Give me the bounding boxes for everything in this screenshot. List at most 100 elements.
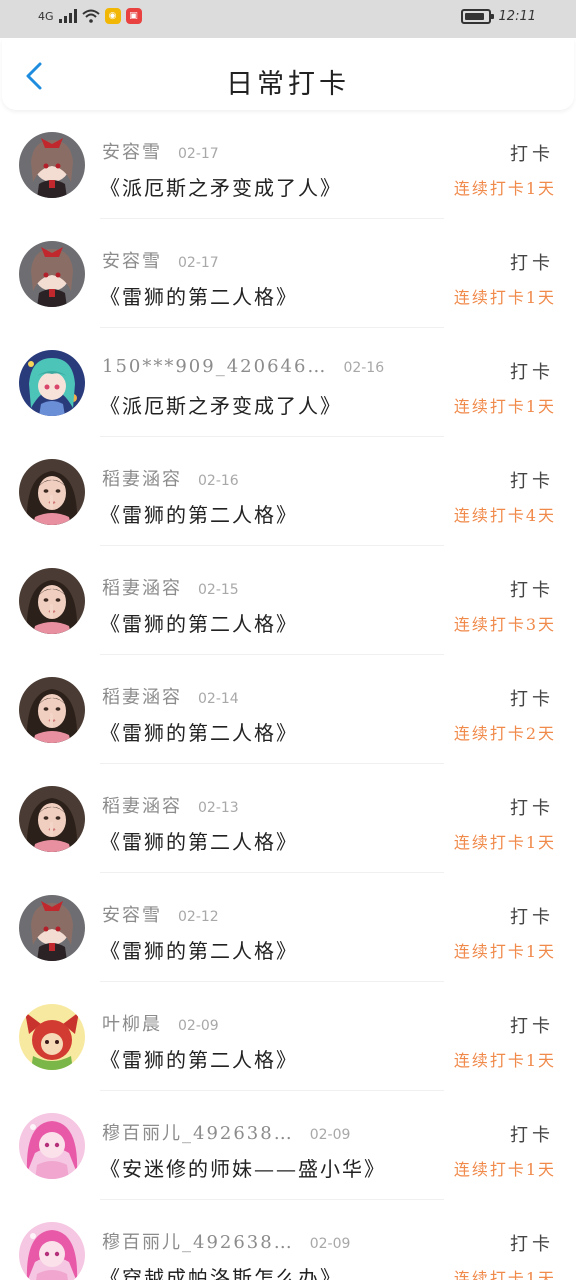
row-meta: 稻妻涵容 02-14 xyxy=(102,683,239,709)
row-meta: 穆百丽儿_492638… 02-09 xyxy=(102,1228,350,1254)
checkin-button[interactable]: 打卡 xyxy=(510,140,554,166)
avatar[interactable] xyxy=(19,677,85,743)
checkin-button[interactable]: 打卡 xyxy=(510,576,554,602)
checkin-date: 02-14 xyxy=(198,691,239,707)
checkin-list: 安容雪 02-17 《派厄斯之矛变成了人》 打卡 连续打卡1天 安容雪 02-1… xyxy=(0,110,576,1280)
checkin-button[interactable]: 打卡 xyxy=(510,685,554,711)
page-header: 日常打卡 xyxy=(2,40,574,110)
avatar[interactable] xyxy=(19,1222,85,1280)
checkin-date: 02-09 xyxy=(309,1127,351,1143)
checkin-date: 02-15 xyxy=(198,582,239,598)
book-title[interactable]: 《雷狮的第二人格》 xyxy=(100,1044,298,1073)
checkin-button[interactable]: 打卡 xyxy=(510,249,554,275)
user-name: 稻妻涵容 xyxy=(102,687,182,708)
user-name: 穆百丽儿_492638… xyxy=(102,1123,294,1144)
row-meta: 安容雪 02-17 xyxy=(102,138,219,164)
streak-label: 连续打卡1天 xyxy=(453,833,556,852)
user-name: 叶柳晨 xyxy=(102,1014,162,1035)
checkin-button[interactable]: 打卡 xyxy=(510,1121,554,1147)
user-name: 150***909_420646… xyxy=(102,356,328,377)
avatar[interactable] xyxy=(19,568,85,634)
checkin-row[interactable]: 150***909_420646… 02-16 《派厄斯之矛变成了人》 打卡 连… xyxy=(0,328,576,437)
status-bar: 4G ◉ ▣ 12:11 xyxy=(0,0,576,38)
user-name: 稻妻涵容 xyxy=(102,578,182,599)
checkin-row[interactable]: 安容雪 02-17 《派厄斯之矛变成了人》 打卡 连续打卡1天 xyxy=(0,110,576,219)
checkin-date: 02-09 xyxy=(309,1236,351,1252)
user-name: 安容雪 xyxy=(102,251,162,272)
checkin-button[interactable]: 打卡 xyxy=(510,903,554,929)
streak-label: 连续打卡1天 xyxy=(453,179,556,198)
checkin-date: 02-09 xyxy=(178,1018,219,1034)
checkin-date: 02-13 xyxy=(198,800,239,816)
streak-label: 连续打卡4天 xyxy=(453,506,556,525)
row-meta: 安容雪 02-17 xyxy=(102,247,219,273)
checkin-date: 02-16 xyxy=(198,473,239,489)
book-title[interactable]: 《雷狮的第二人格》 xyxy=(100,608,298,637)
checkin-button[interactable]: 打卡 xyxy=(510,794,554,820)
checkin-row[interactable]: 稻妻涵容 02-14 《雷狮的第二人格》 打卡 连续打卡2天 xyxy=(0,655,576,764)
streak-label: 连续打卡1天 xyxy=(453,942,556,961)
streak-label: 连续打卡1天 xyxy=(453,1160,556,1179)
page-title: 日常打卡 xyxy=(226,69,350,100)
avatar[interactable] xyxy=(19,1004,85,1070)
streak-label: 连续打卡3天 xyxy=(453,615,556,634)
row-meta: 叶柳晨 02-09 xyxy=(102,1010,219,1036)
book-title[interactable]: 《雷狮的第二人格》 xyxy=(100,717,298,746)
book-title[interactable]: 《派厄斯之矛变成了人》 xyxy=(100,172,342,201)
row-meta: 稻妻涵容 02-13 xyxy=(102,792,239,818)
book-title[interactable]: 《穿越成帕洛斯怎么办》 xyxy=(100,1262,342,1280)
row-meta: 穆百丽儿_492638… 02-09 xyxy=(102,1119,350,1145)
checkin-button[interactable]: 打卡 xyxy=(510,1012,554,1038)
avatar[interactable] xyxy=(19,350,85,416)
checkin-row[interactable]: 安容雪 02-12 《雷狮的第二人格》 打卡 连续打卡1天 xyxy=(0,873,576,982)
avatar[interactable] xyxy=(19,895,85,961)
checkin-date: 02-17 xyxy=(178,255,219,271)
checkin-row[interactable]: 稻妻涵容 02-13 《雷狮的第二人格》 打卡 连续打卡1天 xyxy=(0,764,576,873)
streak-label: 连续打卡2天 xyxy=(453,724,556,743)
avatar[interactable] xyxy=(19,786,85,852)
checkin-button[interactable]: 打卡 xyxy=(510,358,554,384)
streak-label: 连续打卡1天 xyxy=(453,1051,556,1070)
avatar[interactable] xyxy=(19,241,85,307)
clock: 12:11 xyxy=(498,9,536,24)
user-name: 安容雪 xyxy=(102,142,162,163)
row-meta: 稻妻涵容 02-16 xyxy=(102,465,239,491)
row-meta: 安容雪 02-12 xyxy=(102,901,219,927)
battery-icon xyxy=(460,9,494,24)
checkin-button[interactable]: 打卡 xyxy=(510,1230,554,1256)
network-type: 4G xyxy=(38,9,54,23)
avatar[interactable] xyxy=(19,132,85,198)
checkin-row[interactable]: 安容雪 02-17 《雷狮的第二人格》 打卡 连续打卡1天 xyxy=(0,219,576,328)
book-title[interactable]: 《安迷修的师妹——盛小华》 xyxy=(100,1153,386,1182)
user-name: 穆百丽儿_492638… xyxy=(102,1232,294,1253)
user-name: 稻妻涵容 xyxy=(102,796,182,817)
wifi-icon xyxy=(81,9,100,23)
streak-label: 连续打卡1天 xyxy=(453,397,556,416)
signal-icon xyxy=(58,9,77,23)
checkin-row[interactable]: 稻妻涵容 02-15 《雷狮的第二人格》 打卡 连续打卡3天 xyxy=(0,546,576,655)
book-title[interactable]: 《雷狮的第二人格》 xyxy=(100,935,298,964)
streak-label: 连续打卡1天 xyxy=(453,288,556,307)
book-title[interactable]: 《雷狮的第二人格》 xyxy=(100,499,298,528)
checkin-date: 02-16 xyxy=(343,360,385,376)
notification-app-icon: ▣ xyxy=(125,8,142,24)
checkin-row[interactable]: 穆百丽儿_492638… 02-09 《穿越成帕洛斯怎么办》 打卡 连续打卡1天 xyxy=(0,1200,576,1280)
status-bar-left: 4G ◉ ▣ xyxy=(38,8,142,24)
book-title[interactable]: 《派厄斯之矛变成了人》 xyxy=(100,390,342,419)
status-bar-right: 12:11 xyxy=(460,9,536,24)
book-title[interactable]: 《雷狮的第二人格》 xyxy=(100,281,298,310)
battery-level xyxy=(464,13,485,20)
row-meta: 150***909_420646… 02-16 xyxy=(102,356,384,377)
user-name: 安容雪 xyxy=(102,905,162,926)
checkin-date: 02-17 xyxy=(178,146,219,162)
checkin-row[interactable]: 稻妻涵容 02-16 《雷狮的第二人格》 打卡 连续打卡4天 xyxy=(0,437,576,546)
checkin-row[interactable]: 叶柳晨 02-09 《雷狮的第二人格》 打卡 连续打卡1天 xyxy=(0,982,576,1091)
checkin-date: 02-12 xyxy=(178,909,219,925)
checkin-row[interactable]: 穆百丽儿_492638… 02-09 《安迷修的师妹——盛小华》 打卡 连续打卡… xyxy=(0,1091,576,1200)
book-title[interactable]: 《雷狮的第二人格》 xyxy=(100,826,298,855)
row-meta: 稻妻涵容 02-15 xyxy=(102,574,239,600)
streak-label: 连续打卡1天 xyxy=(453,1269,556,1280)
checkin-button[interactable]: 打卡 xyxy=(510,467,554,493)
avatar[interactable] xyxy=(19,459,85,525)
avatar[interactable] xyxy=(19,1113,85,1179)
